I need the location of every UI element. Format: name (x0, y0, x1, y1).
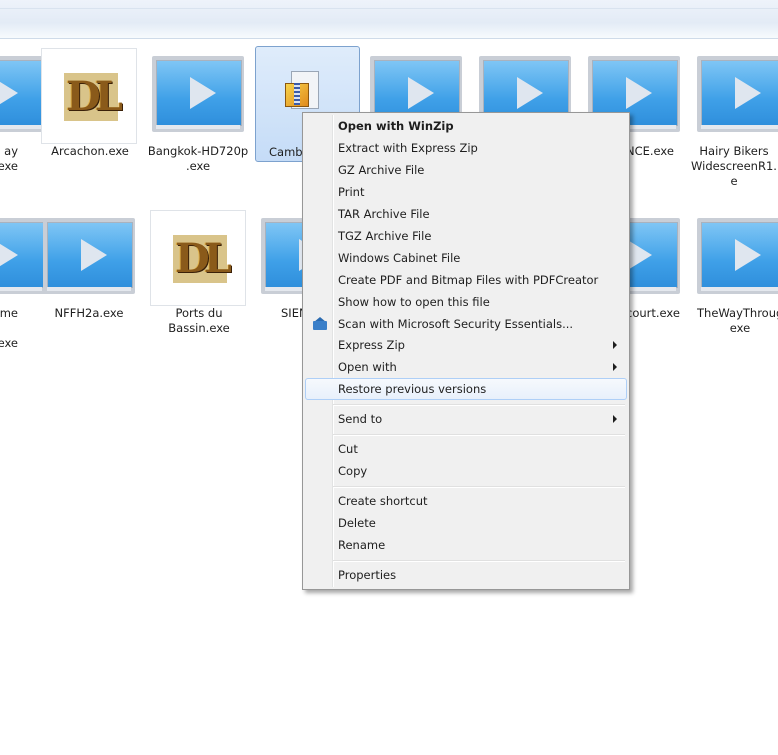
menu-item-label: Restore previous versions (338, 382, 487, 396)
menu-item-label: TGZ Archive File (338, 229, 432, 243)
menu-item-show-how-to-open[interactable]: Show how to open this file (305, 291, 627, 313)
menu-item-label: Create shortcut (338, 494, 428, 508)
file-label: court.exe (626, 306, 680, 320)
menu-item-restore-previous-versions[interactable]: Restore previous versions (305, 378, 627, 400)
file-label: Hairy Bikers WidescreenR1. e (691, 144, 777, 188)
menu-item-open-with-winzip[interactable]: Open with WinZip (305, 115, 627, 137)
menu-item-properties[interactable]: Properties (305, 564, 627, 586)
dl-app-icon: DL (150, 210, 246, 306)
menu-item-label: Open with WinZip (338, 119, 454, 133)
menu-item-open-with[interactable]: Open with (305, 356, 627, 378)
menu-item-label: Extract with Express Zip (338, 141, 478, 155)
menu-separator (333, 404, 625, 406)
menu-item-send-to[interactable]: Send to (305, 408, 627, 430)
menu-separator (333, 560, 625, 562)
menu-item-print[interactable]: Print (305, 181, 627, 203)
menu-item-tar-archive[interactable]: TAR Archive File (305, 203, 627, 225)
video-file-icon (43, 212, 135, 294)
file-label: ay e..exe (0, 144, 18, 173)
file-label: TheWayThroug exe (697, 306, 778, 335)
menu-item-tgz-archive[interactable]: TGZ Archive File (305, 225, 627, 247)
video-file-icon (0, 212, 46, 294)
menu-item-label: Open with (338, 360, 397, 374)
video-file-icon (697, 212, 778, 294)
menu-item-delete[interactable]: Delete (305, 512, 627, 534)
menu-item-label: Send to (338, 412, 383, 426)
menu-item-label: Scan with Microsoft Security Essentials.… (338, 317, 574, 331)
menu-separator (333, 486, 625, 488)
winzip-archive-icon (285, 71, 321, 115)
menu-item-label: Create PDF and Bitmap Files with PDFCrea… (338, 273, 599, 287)
menu-item-scan-security-essentials[interactable]: Scan with Microsoft Security Essentials.… (305, 313, 627, 335)
menu-item-gz-archive[interactable]: GZ Archive File (305, 159, 627, 181)
menu-item-label: Print (338, 185, 365, 199)
menu-item-label: Windows Cabinet File (338, 251, 461, 265)
file-label: NFFH2a.exe (54, 306, 124, 320)
menu-item-create-shortcut[interactable]: Create shortcut (305, 490, 627, 512)
menu-item-label: Express Zip (338, 338, 405, 352)
file-label: Ports du Bassin.exe (168, 306, 230, 335)
dl-app-icon: DL (41, 48, 137, 144)
menu-item-express-zip[interactable]: Express Zip (305, 334, 627, 356)
menu-item-label: Copy (338, 464, 368, 478)
menu-item-windows-cabinet[interactable]: Windows Cabinet File (305, 247, 627, 269)
menu-separator (333, 434, 625, 436)
file-label: Camb (269, 145, 303, 159)
file-label: Bangkok-HD720p .exe (147, 144, 249, 173)
video-file-icon (152, 50, 244, 132)
submenu-arrow-icon (613, 341, 617, 349)
submenu-arrow-icon (613, 363, 617, 371)
menu-item-copy[interactable]: Copy (305, 460, 627, 482)
menu-item-label: Delete (338, 516, 376, 530)
menu-item-rename[interactable]: Rename (305, 534, 627, 556)
menu-item-extract-express-zip[interactable]: Extract with Express Zip (305, 137, 627, 159)
video-file-icon (0, 50, 46, 132)
menu-item-pdfcreator[interactable]: Create PDF and Bitmap Files with PDFCrea… (305, 269, 627, 291)
security-essentials-icon (313, 317, 327, 330)
video-file-icon (697, 50, 778, 132)
menu-item-label: TAR Archive File (338, 207, 430, 221)
menu-item-label: Rename (338, 538, 386, 552)
menu-item-label: Cut (338, 442, 358, 456)
file-label: me .exe (0, 306, 18, 350)
file-label: Arcachon.exe (51, 144, 129, 158)
menu-item-label: Properties (338, 568, 397, 582)
menu-item-cut[interactable]: Cut (305, 438, 627, 460)
menu-item-label: GZ Archive File (338, 163, 425, 177)
context-menu: Open with WinZip Extract with Express Zi… (302, 112, 630, 590)
submenu-arrow-icon (613, 415, 617, 423)
menu-item-label: Show how to open this file (338, 295, 490, 309)
file-label: NCE.exe (626, 144, 674, 158)
